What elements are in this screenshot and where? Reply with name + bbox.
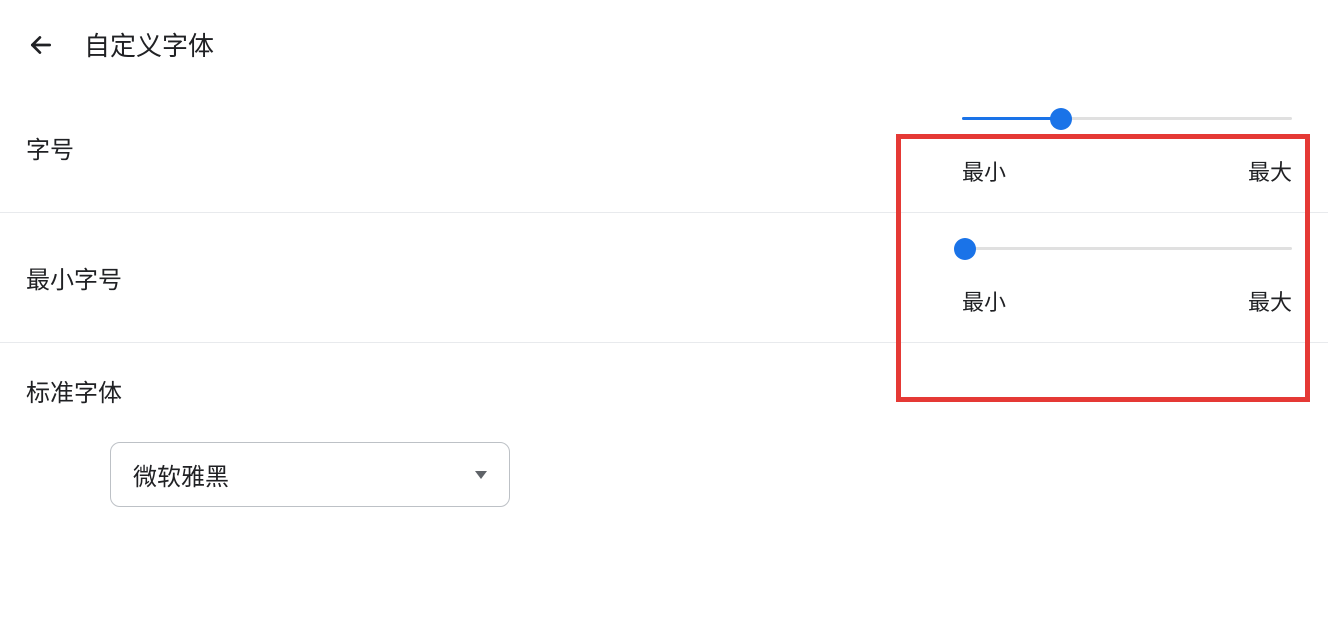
slider-max-label: 最大	[1248, 285, 1292, 317]
dropdown-selected-value: 微软雅黑	[133, 457, 229, 492]
slider-thumb[interactable]	[1050, 108, 1072, 130]
chevron-down-icon	[475, 471, 487, 479]
slider-min-label: 最小	[962, 285, 1006, 317]
min-font-size-label: 最小字号	[26, 260, 122, 295]
min-font-size-slider[interactable]	[962, 239, 1292, 259]
slider-track-bg	[962, 247, 1292, 250]
min-font-size-slider-wrap: 最小 最大	[962, 239, 1302, 317]
slider-min-label: 最小	[962, 155, 1006, 187]
font-size-row: 字号 最小 最大	[0, 83, 1328, 213]
slider-thumb[interactable]	[954, 238, 976, 260]
font-size-label: 字号	[26, 130, 74, 165]
font-size-slider[interactable]	[962, 109, 1292, 129]
font-size-slider-wrap: 最小 最大	[962, 109, 1302, 187]
slider-track-fill	[962, 117, 1061, 120]
slider-max-label: 最大	[1248, 155, 1292, 187]
page-title: 自定义字体	[84, 26, 214, 63]
standard-font-section: 标准字体 微软雅黑	[0, 343, 1328, 537]
back-arrow-icon[interactable]	[26, 30, 56, 60]
min-font-size-row: 最小字号 最小 最大	[0, 213, 1328, 343]
standard-font-dropdown[interactable]: 微软雅黑	[110, 442, 510, 507]
standard-font-label: 标准字体	[26, 373, 1302, 408]
